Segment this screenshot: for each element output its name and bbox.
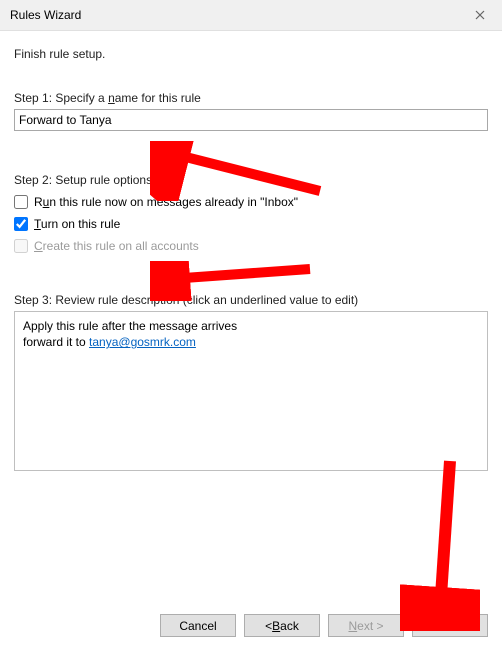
close-button[interactable] [464,3,496,27]
annotation-arrow-1 [150,141,330,201]
finish-button[interactable]: Finish [412,614,488,637]
client-area: Finish rule setup. Step 1: Specify a nam… [0,31,502,652]
desc-line-2: forward it to tanya@gosmrk.com [23,334,479,350]
all-accounts-checkbox-row: Create this rule on all accounts [14,239,488,253]
annotation-arrow-3 [400,451,480,631]
wizard-buttons: Cancel < Back Next > Finish [160,614,488,637]
run-now-label: Run this rule now on messages already in… [34,195,298,209]
turn-on-label: Turn on this rule [34,217,120,231]
run-now-checkbox-row[interactable]: Run this rule now on messages already in… [14,195,488,209]
step1-label: Step 1: Specify a name for this rule [14,91,488,105]
window-title: Rules Wizard [10,8,81,22]
turn-on-checkbox-row[interactable]: Turn on this rule [14,217,488,231]
rule-name-input[interactable] [14,109,488,131]
run-now-checkbox[interactable] [14,195,28,209]
step2-options: Run this rule now on messages already in… [14,195,488,253]
all-accounts-checkbox [14,239,28,253]
titlebar: Rules Wizard [0,0,502,31]
forward-address-link[interactable]: tanya@gosmrk.com [89,335,196,349]
close-icon [475,10,485,20]
step2-label: Step 2: Setup rule options [14,173,488,187]
rule-description-box[interactable]: Apply this rule after the message arrive… [14,311,488,471]
turn-on-checkbox[interactable] [14,217,28,231]
next-button: Next > [328,614,404,637]
wizard-subtitle: Finish rule setup. [14,47,488,61]
all-accounts-label: Create this rule on all accounts [34,239,199,253]
step3-label: Step 3: Review rule description (click a… [14,293,488,307]
cancel-button[interactable]: Cancel [160,614,236,637]
desc-line-1: Apply this rule after the message arrive… [23,318,479,334]
back-button[interactable]: < Back [244,614,320,637]
